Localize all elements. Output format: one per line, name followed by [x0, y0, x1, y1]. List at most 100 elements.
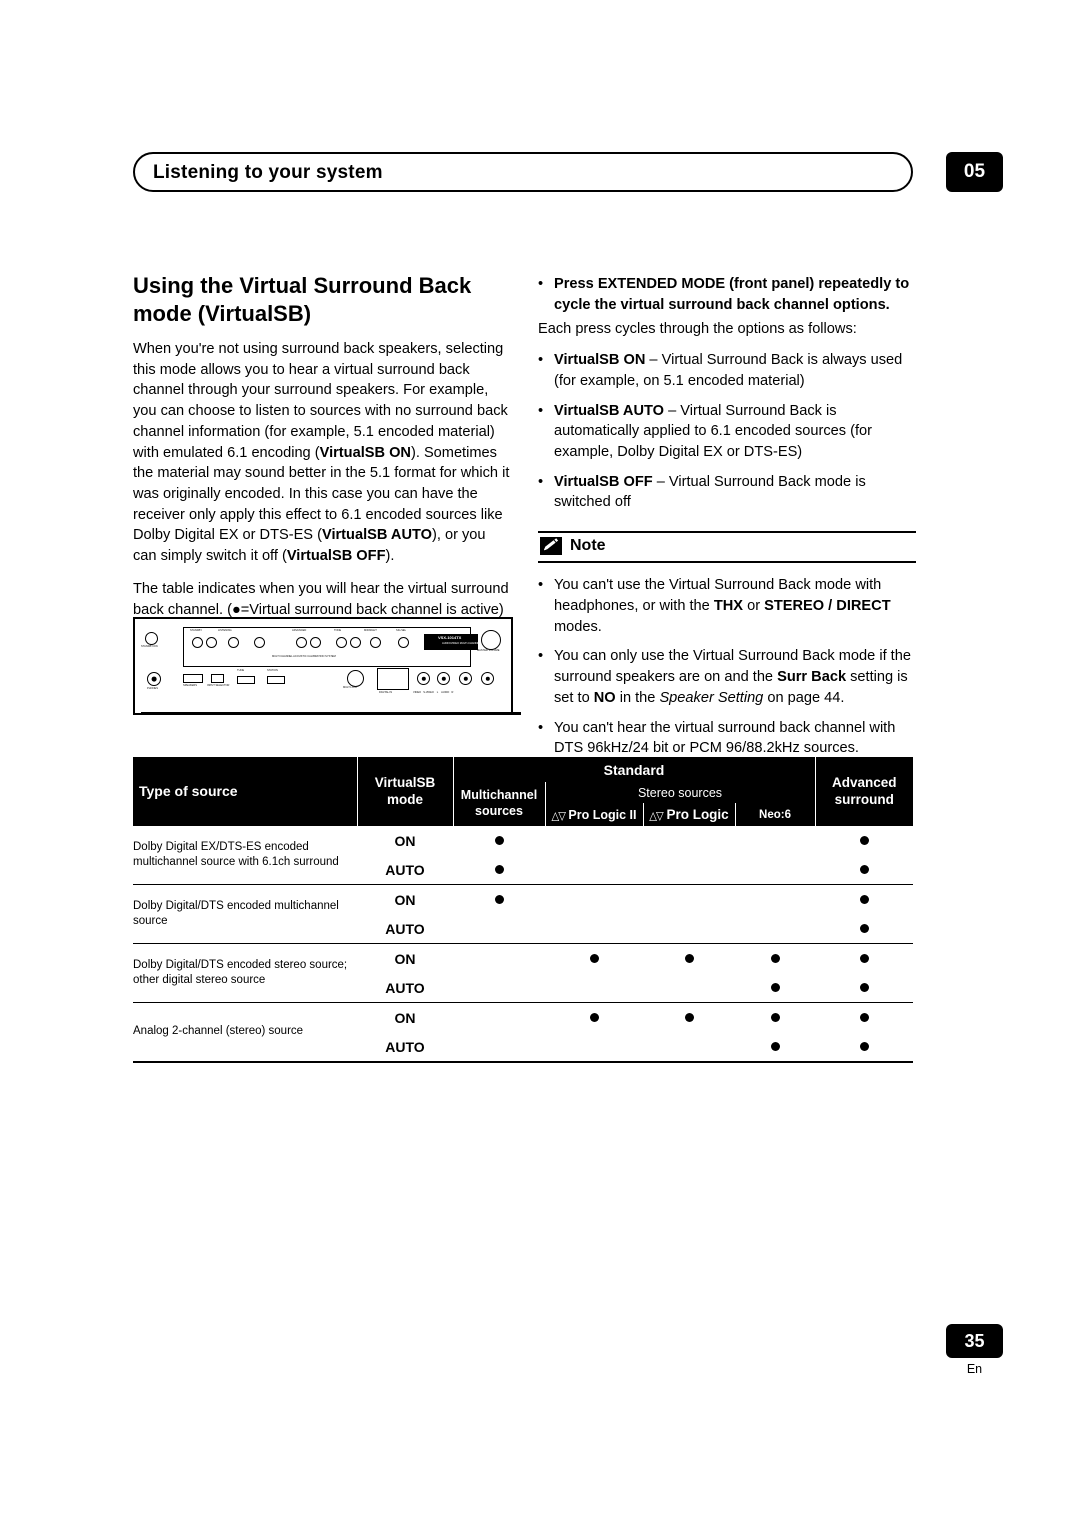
virtualsb-table-element: Type of source VirtualSB mode Standard A…	[133, 757, 913, 1063]
cycle-description: Each press cycles through the options as…	[538, 321, 857, 338]
input-selector-button	[211, 674, 224, 683]
row-mode-2: AUTO	[385, 861, 425, 878]
note-1-seg-3: modes.	[554, 618, 602, 635]
table-row: Dolby Digital EX/DTS-ES encoded multicha…	[133, 826, 913, 885]
panel-button-10	[398, 637, 409, 648]
panel-button-9	[370, 637, 381, 648]
header-virtualsb: VirtualSB	[374, 774, 436, 790]
row-source-7: Analog 2-channel (stereo) source	[133, 1025, 304, 1038]
option-virtualsb-on-name: VirtualSB ON	[554, 352, 646, 369]
header-mode: mode	[386, 791, 423, 807]
speakers-label: SPEAKERS	[183, 684, 197, 687]
header-advanced: Advanced	[831, 774, 897, 790]
panel-button-1	[192, 637, 203, 648]
extended-mode-bullet-text: Press EXTENDED MODE (front panel) repeat…	[554, 276, 910, 313]
station-label: STATION	[267, 669, 278, 672]
dot-r5-pl2	[589, 953, 599, 963]
document-page: Listening to your system 05 Using the Vi…	[0, 0, 1080, 1527]
note-item-2: You can only use the Virtual Surround Ba…	[538, 646, 916, 708]
header-multichannel: Multichannel	[460, 788, 538, 803]
header-sources: sources	[475, 804, 523, 818]
option-virtualsb-on: VirtualSB ON – Virtual Surround Back is …	[538, 350, 916, 391]
page-number-badge: 35	[946, 1324, 1003, 1358]
page-header: Listening to your system	[133, 152, 913, 192]
row-mode-7: ON	[394, 1009, 416, 1026]
dot-r8-neo6	[770, 1041, 780, 1051]
table-row: Analog 2-channel (stereo) source ON	[133, 1002, 913, 1063]
multi-jog-knob	[347, 670, 364, 687]
row-mode-8: AUTO	[385, 1038, 425, 1055]
receiver-inner-area: STANDBY/ON STANDBY LISTENING ADVANCED TO…	[141, 624, 521, 715]
digital-in-label: DIGITAL IN	[379, 691, 393, 694]
dot-r5-neo6	[770, 953, 780, 963]
video-input-labels: VIDEO S-VIDEO L AUDIO R	[413, 691, 454, 694]
dot-r3-multichannel	[494, 894, 504, 904]
dot-r5-advanced	[859, 953, 869, 963]
dot-r2-advanced	[859, 864, 869, 874]
header-type-of-source: Type of source	[139, 782, 238, 799]
dot-r1-multichannel	[494, 835, 504, 845]
phones-jack	[147, 672, 161, 686]
row-mode-3: ON	[394, 891, 416, 908]
intro-paragraph: When you're not using surround back spea…	[133, 339, 513, 567]
audio-l-jack	[459, 672, 472, 685]
panel-label-1: STANDBY	[190, 629, 203, 632]
master-volume-label: MASTER VOLUME	[477, 649, 500, 652]
speakers-button	[183, 674, 203, 683]
s-video-jack	[437, 672, 450, 685]
input-selector-label: INPUT SELECTOR	[207, 684, 230, 687]
standby-on-knob	[145, 632, 158, 645]
standby-label: STANDBY/ON	[141, 645, 158, 648]
dot-r2-multichannel	[494, 864, 504, 874]
header-pro-logic-ii: Pro Logic II	[568, 807, 637, 822]
receiver-front-panel-illustration: STANDBY/ON STANDBY LISTENING ADVANCED TO…	[133, 617, 521, 715]
dot-r4-advanced	[859, 923, 869, 933]
header-stereo-sources: Stereo sources	[637, 785, 723, 800]
note-1-seg-2: or	[743, 597, 765, 614]
note-label: Note	[570, 537, 606, 555]
panel-button-8	[350, 637, 361, 648]
dolby-logo-icon-2: △▽	[649, 810, 663, 823]
page-language-label: En	[966, 1362, 983, 1376]
row-mode-4: AUTO	[385, 920, 425, 937]
panel-label-3: ADVANCED	[292, 629, 307, 632]
note-item-1: You can't use the Virtual Surround Back …	[538, 575, 916, 637]
no-term: NO	[593, 689, 616, 706]
header-pro-logic: Pro Logic	[666, 807, 729, 822]
option-virtualsb-auto-name: VirtualSB AUTO	[554, 402, 665, 419]
note-3-text: You can't hear the virtual surround back…	[554, 719, 896, 757]
phones-label: PHONES	[147, 687, 158, 690]
section-title: Using the Virtual Surround Back mode (Vi…	[133, 273, 472, 326]
dot-r6-advanced	[859, 982, 869, 992]
row-mode-5: ON	[394, 950, 416, 967]
virtualsb-on-term: VirtualSB ON	[319, 444, 411, 461]
panel-footer-label: MULTI CHANNEL ACOUSTIC CALIBRATION SYSTE…	[272, 655, 336, 658]
intro-part-4: ).	[385, 548, 395, 565]
row-source-1: Dolby Digital EX/DTS-ES encoded multicha…	[133, 840, 339, 868]
table-row: Dolby Digital/DTS encoded stereo source;…	[133, 943, 913, 1003]
audio-r-jack	[481, 672, 494, 685]
dot-r6-neo6	[770, 982, 780, 992]
row-mode-6: AUTO	[385, 979, 425, 996]
header-standard: Standard	[603, 761, 665, 778]
panel-button-7	[336, 637, 347, 648]
thx-term: THX	[713, 597, 744, 614]
receiver-base-bar	[141, 712, 521, 715]
table-row: Dolby Digital/DTS encoded multichannel s…	[133, 884, 913, 944]
receiver-model-text: VSX-1014TX	[438, 635, 462, 640]
dot-r8-advanced	[859, 1041, 869, 1051]
surr-back-term: Surr Back	[777, 669, 847, 686]
panel-label-6: SIG.SEL	[396, 629, 407, 632]
tune-label: TUNE	[237, 669, 245, 672]
dot-r1-advanced	[859, 835, 869, 845]
extended-mode-bullet: Press EXTENDED MODE (front panel) repeat…	[538, 274, 916, 315]
station-button	[267, 676, 285, 684]
video-input-box	[377, 668, 409, 690]
note-2-seg-3: in the	[615, 689, 660, 706]
dolby-logo-icon-1: △▽	[551, 809, 566, 823]
multi-jog-label: MULTI-JOG	[343, 686, 357, 689]
note-header: Note	[538, 531, 916, 564]
dot-r7-pl2	[589, 1012, 599, 1022]
option-virtualsb-off-name: VirtualSB OFF	[554, 473, 653, 490]
virtualsb-auto-term: VirtualSB AUTO	[321, 527, 432, 544]
